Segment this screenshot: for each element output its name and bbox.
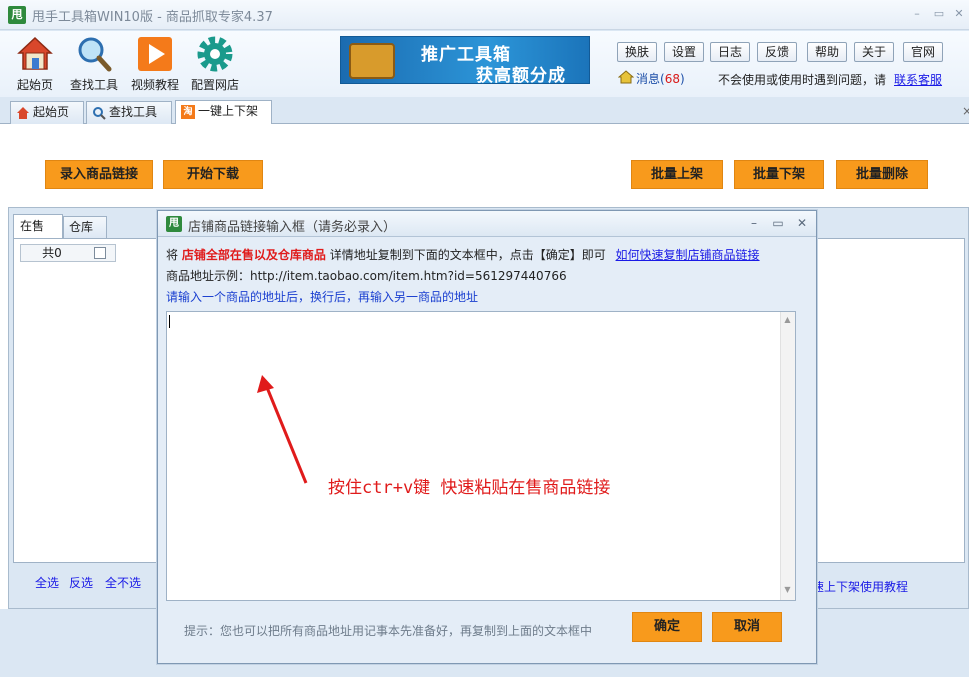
tab-find-tools-label: 查找工具 bbox=[109, 105, 158, 119]
messages-link[interactable]: 消息(68) bbox=[636, 70, 685, 87]
dialog-title: 店铺商品链接输入框（请务必录入） bbox=[188, 220, 397, 235]
annotation-arrow-icon bbox=[257, 375, 308, 484]
window-title: 甩手工具箱WIN10版 - 商品抓取专家4.37 bbox=[32, 10, 273, 25]
toolbar-configure-store-label: 配置网店 bbox=[190, 78, 239, 92]
magnifier-icon bbox=[93, 107, 106, 120]
maximize-button[interactable]: ▭ bbox=[930, 6, 948, 22]
tab-one-click-shelf[interactable]: 淘 一键上下架 bbox=[175, 100, 272, 124]
close-tab-button[interactable]: × bbox=[962, 104, 969, 118]
close-button[interactable]: ✕ bbox=[950, 6, 968, 22]
paste-annotation: 按住ctr+v键 快速粘贴在售商品链接 bbox=[328, 478, 611, 498]
confirm-button[interactable]: 确定 bbox=[632, 612, 702, 642]
dialog-example-url: 商品地址示例：http://item.taobao.com/item.htm?i… bbox=[166, 269, 567, 283]
toolbar-find-tools-label: 查找工具 bbox=[69, 78, 118, 92]
toolbar-video-tutorial-label: 视频教程 bbox=[130, 78, 179, 92]
textarea-scrollbar[interactable] bbox=[780, 312, 795, 600]
cancel-button[interactable]: 取消 bbox=[712, 612, 782, 642]
select-all-link[interactable]: 全选 bbox=[35, 574, 59, 591]
dialog-maximize-button[interactable]: ▭ bbox=[770, 216, 786, 230]
gear-icon bbox=[196, 35, 234, 73]
taobao-icon: 淘 bbox=[181, 105, 195, 119]
batch-delete-button[interactable]: 批量删除 bbox=[836, 160, 928, 189]
tutorial-link[interactable]: 速上下架使用教程 bbox=[812, 578, 908, 595]
import-links-button[interactable]: 录入商品链接 bbox=[45, 160, 153, 189]
toolbar-video-tutorial-button[interactable]: 视频教程 bbox=[124, 35, 186, 93]
batch-list-button[interactable]: 批量上架 bbox=[631, 160, 723, 189]
help-text: 不会使用或使用时遇到问题，请 bbox=[718, 73, 887, 87]
official-site-button[interactable]: 官网 bbox=[903, 42, 943, 62]
link-input-dialog: 甩 店铺商品链接输入框（请务必录入） – ▭ ✕ 将 店铺全部在售以及仓库商品 … bbox=[157, 210, 817, 664]
tab-home-label: 起始页 bbox=[33, 105, 70, 119]
dialog-logo: 甩 bbox=[166, 216, 182, 232]
app-logo: 甩 bbox=[8, 6, 26, 24]
dialog-minimize-button[interactable]: – bbox=[746, 216, 762, 230]
grid-total-count: 共0 bbox=[42, 246, 62, 260]
toolbar-configure-store-button[interactable]: 配置网店 bbox=[184, 35, 246, 93]
toolbar-home-label: 起始页 bbox=[16, 78, 53, 92]
select-none-link[interactable]: 全不选 bbox=[105, 574, 141, 591]
tab-one-click-shelf-label: 一键上下架 bbox=[198, 104, 259, 118]
dialog-instruction-line3: 请输入一个商品的地址后，换行后，再输入另一商品的地址 bbox=[166, 290, 479, 304]
contact-support-link[interactable]: 联系客服 bbox=[894, 71, 942, 88]
subtab-warehouse[interactable]: 仓库 bbox=[63, 216, 107, 238]
select-all-checkbox[interactable] bbox=[94, 247, 106, 259]
toolbar-home-button[interactable]: 起始页 bbox=[4, 35, 66, 93]
scroll-down-arrow-icon[interactable]: ▼ bbox=[780, 585, 795, 594]
text-caret bbox=[169, 315, 170, 328]
home-icon bbox=[16, 35, 54, 73]
feedback-button[interactable]: 反馈 bbox=[757, 42, 797, 62]
scroll-up-arrow-icon[interactable]: ▲ bbox=[780, 315, 795, 324]
log-button[interactable]: 日志 bbox=[710, 42, 750, 62]
dialog-close-button[interactable]: ✕ bbox=[794, 216, 810, 230]
dialog-tip: 提示：您也可以把所有商品地址用记事本先准备好，再复制到上面的文本框中 bbox=[184, 624, 593, 638]
batch-delist-button[interactable]: 批量下架 bbox=[734, 160, 824, 189]
toolbar-find-tools-button[interactable]: 查找工具 bbox=[63, 35, 125, 93]
minimize-button[interactable]: – bbox=[908, 6, 926, 22]
subtab-onsale[interactable]: 在售 bbox=[13, 214, 63, 238]
tab-home[interactable]: 起始页 bbox=[10, 101, 84, 124]
magnifier-icon bbox=[75, 35, 113, 73]
messages-label-close: ) bbox=[679, 72, 685, 86]
start-download-button[interactable]: 开始下载 bbox=[163, 160, 263, 189]
home-icon bbox=[17, 107, 29, 119]
promo-banner[interactable]: 推广工具箱 获高额分成 bbox=[340, 36, 590, 86]
settings-button[interactable]: 设置 bbox=[664, 42, 704, 62]
play-icon bbox=[136, 35, 174, 73]
help-button[interactable]: 帮助 bbox=[807, 42, 847, 62]
about-button[interactable]: 关于 bbox=[854, 42, 894, 62]
skin-button[interactable]: 换肤 bbox=[617, 42, 657, 62]
banner-line2: 获高额分成 bbox=[476, 66, 566, 86]
instruction-prefix: 将 bbox=[166, 248, 179, 262]
treasure-chest-icon bbox=[349, 43, 395, 79]
how-to-copy-links-link[interactable]: 如何快速复制店铺商品链接 bbox=[616, 248, 760, 262]
message-icon[interactable] bbox=[618, 70, 634, 84]
messages-label: 消息( bbox=[636, 72, 665, 86]
tab-find-tools[interactable]: 查找工具 bbox=[86, 101, 172, 124]
instruction-middle: 详情地址复制到下面的文本框中，点击【确定】即可 bbox=[329, 248, 606, 262]
invert-selection-link[interactable]: 反选 bbox=[69, 574, 93, 591]
dialog-instruction-line1: 将 店铺全部在售以及仓库商品 详情地址复制到下面的文本框中，点击【确定】即可 如… bbox=[166, 246, 760, 263]
message-count: 68 bbox=[664, 72, 680, 86]
instruction-highlight: 店铺全部在售以及仓库商品 bbox=[181, 248, 326, 262]
